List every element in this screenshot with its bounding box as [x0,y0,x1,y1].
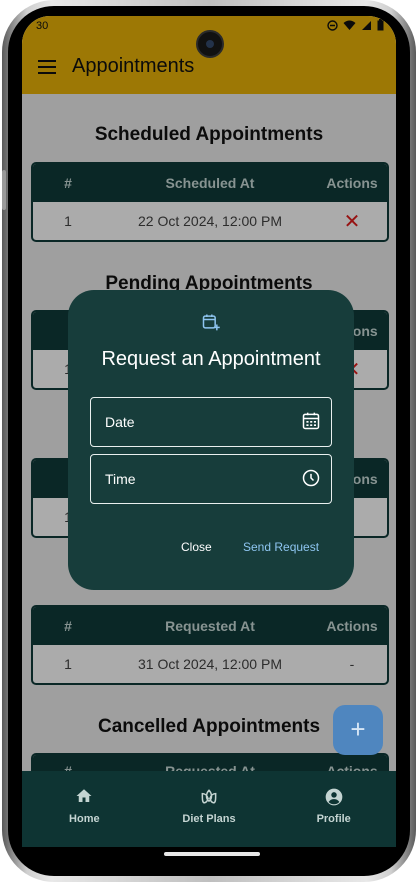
calendar-icon[interactable] [301,411,321,434]
nav-profile-label: Profile [316,813,351,825]
calendar-add-icon [201,312,221,337]
date-field[interactable]: Date [90,397,332,447]
clock-icon[interactable] [301,468,321,491]
date-field-label: Date [105,414,135,430]
nav-home-label: Home [69,813,100,825]
account-circle-icon [325,788,343,806]
bottom-navigation: Home Diet Plans Profile [22,771,396,847]
lotus-icon [201,789,217,804]
gesture-home-bar[interactable] [164,852,260,856]
send-request-button[interactable]: Send Request [243,540,319,554]
request-appointment-dialog: Request an Appointment Date Time Close S… [68,290,354,590]
nav-diet-plans[interactable]: Diet Plans [147,771,272,847]
phone-side-button [2,170,6,210]
add-appointment-fab[interactable]: + [333,705,383,755]
front-camera [196,30,224,58]
time-field[interactable]: Time [90,454,332,504]
dialog-title: Request an Appointment [101,348,321,370]
home-icon [76,789,92,802]
plus-icon[interactable]: + [350,714,365,744]
time-field-label: Time [105,471,136,487]
close-button[interactable]: Close [181,540,212,554]
nav-diet-plans-label: Diet Plans [182,813,236,825]
nav-home[interactable]: Home [22,771,147,847]
nav-profile[interactable]: Profile [271,771,396,847]
